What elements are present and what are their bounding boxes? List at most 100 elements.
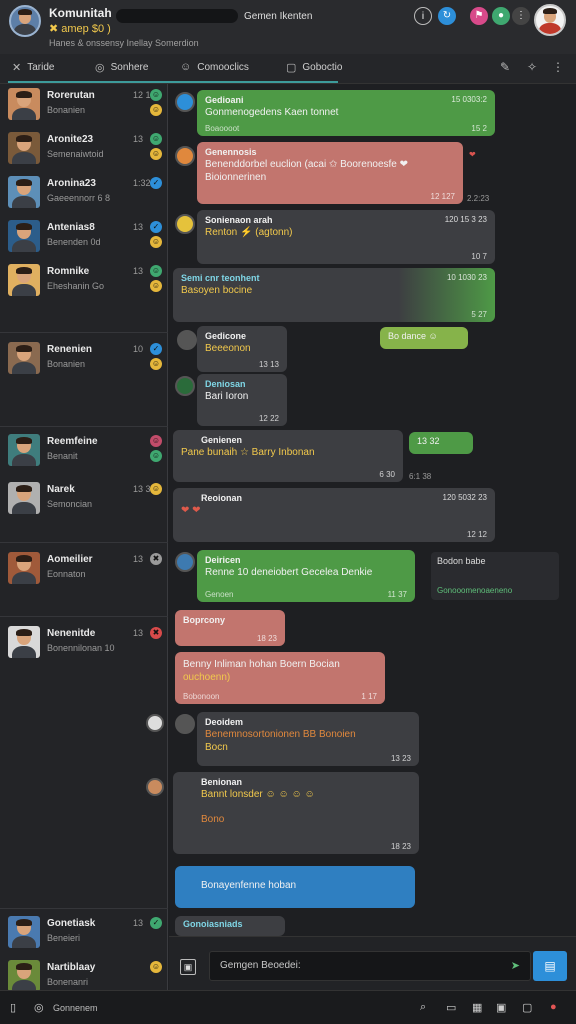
contact-item[interactable]: Narek Semoncian 13 30 ☺ (0, 480, 168, 524)
contact-avatar (8, 916, 40, 948)
sender-avatar[interactable] (175, 552, 195, 572)
message-bubble[interactable]: Reoionan ❤ ❤ 120 5032 23 12 12 (173, 488, 495, 542)
contact-name: Antenias8 (47, 222, 95, 233)
status-badge: ✓ (150, 343, 162, 355)
contact-preview: Semoncian (47, 499, 93, 509)
more-icon[interactable]: ⋮ (512, 7, 530, 25)
sidebar-divider (0, 332, 168, 333)
contact-avatar (8, 342, 40, 374)
status-bar: ▯ ◎ Gonnenem ⌕ ▭ ▦ ▣ ▢ ● (0, 990, 576, 1024)
tab-comooclics[interactable]: ☺ Comooclics (180, 61, 249, 73)
contact-item[interactable]: Antenias8 Benenden 0d 13 ✓ ☺ (0, 218, 168, 262)
reaction-badge[interactable]: 13 32 (409, 432, 473, 454)
community-avatar[interactable] (9, 5, 41, 37)
message-bubble[interactable]: Benny Inliman hohan Boern Bocian ouchoen… (175, 652, 385, 704)
contact-item[interactable]: Aronina23 Gaeeennorr 6 8 1:32 ✓ (0, 174, 168, 218)
sidebar-divider (0, 616, 168, 617)
sender-avatar[interactable] (175, 376, 195, 396)
status-badge: ☺ (150, 358, 162, 370)
message-bubble[interactable]: Deniosan Bari Ioron 12 22 (197, 374, 287, 426)
sender-avatar[interactable] (175, 214, 195, 234)
contact-item[interactable]: Romnike Eheshanin Go 13 ☺ ☺ (0, 262, 168, 306)
message-bubble[interactable]: Genienen Pane bunaih ☆ Barry Inbonan 6 3… (173, 430, 403, 482)
sender-name: Deiricen (205, 555, 241, 565)
message-bubble[interactable]: Gedioani Gonmenogedens Kaen tonnet Boaoo… (197, 90, 495, 136)
contact-avatar (8, 482, 40, 514)
emoji-icon[interactable]: ➤ (511, 959, 520, 972)
status-badge: ☺ (150, 148, 162, 160)
contact-time: 1:32 (133, 178, 151, 188)
side-card[interactable]: Bodon babe Gonooomenoaeneno (431, 552, 559, 600)
info-icon[interactable]: i (414, 7, 432, 25)
message-bubble[interactable]: Boprcony 18 23 (175, 610, 285, 646)
tab-sonhere[interactable]: ◎ Sonhere (95, 61, 148, 74)
user-avatar[interactable] (534, 4, 566, 36)
contact-item[interactable]: Aronite23 Semenaiwtoid 13 ☺ ☺ (0, 130, 168, 174)
sync-icon[interactable]: ↻ (438, 7, 456, 25)
grid-icon[interactable]: ▣ (496, 1001, 506, 1014)
app-header: Komunitah ✖ amep $0 ) Hanes & onssensy I… (0, 0, 576, 54)
contact-time: 13 (133, 266, 144, 276)
contact-name: Aronina23 (47, 178, 96, 189)
message-timestamp: 10 7 (471, 252, 487, 261)
sender-name: Deoidem (205, 717, 244, 727)
message-bubble[interactable]: Bonayenfenne hoban (175, 866, 415, 908)
community-subtitle: ✖ amep $0 ) (49, 23, 111, 35)
tab-taride[interactable]: ✕ Taride (12, 61, 54, 74)
sender-avatar[interactable] (175, 92, 195, 112)
channel-name: Gemen Ikenten (244, 11, 313, 22)
contact-item[interactable]: Reemfeine Benanit ☺ ☺ (0, 432, 168, 476)
message-composer: ▣ Gemgen Beoedei: ➤ ▤ (169, 936, 576, 990)
sender-name: Deniosan (205, 379, 246, 389)
notification-icon[interactable]: ⚑ (470, 7, 488, 25)
reaction-badge[interactable]: Bo dance ☺ (380, 327, 468, 349)
contact-name: Aomeilier (47, 554, 93, 565)
pin-icon[interactable]: ✧ (527, 60, 537, 74)
tab-goboctio[interactable]: ▢ Goboctio (286, 61, 342, 74)
contact-item[interactable]: Aomeilier Eonnaton 13 ✖ (0, 550, 168, 594)
edit-icon[interactable]: ✎ (500, 60, 510, 74)
search-icon[interactable]: ⌕ (420, 1001, 426, 1014)
status-badge: ☺ (150, 435, 162, 447)
status-badge: ☺ (150, 104, 162, 116)
contact-avatar (8, 264, 40, 296)
settings-icon[interactable]: ◎ (34, 1001, 44, 1014)
sender-avatar[interactable] (175, 146, 195, 166)
contact-item[interactable]: Gonetiask Beneieri 13 ✓ (0, 914, 168, 958)
side-timestamp: 6:1 38 (409, 472, 432, 481)
participant-avatar[interactable] (146, 778, 164, 796)
message-bubble[interactable]: Gedicone Beeeonon 13 13 (197, 326, 287, 372)
message-text: Renton ⚡ (agtonn) (205, 227, 293, 238)
contact-item[interactable]: Rorerutan Bonanien 12 16 ☺ ☺ (0, 86, 168, 130)
contact-name: Gonetiask (47, 918, 96, 929)
heart-icon: ❤ (469, 150, 476, 159)
calendar-icon[interactable]: ▦ (472, 1001, 482, 1014)
status-icon[interactable]: ● (492, 7, 510, 25)
message-bubble[interactable]: Semi cnr teonhent Basoyen bocine 10 1030… (173, 268, 495, 322)
sender-name: Boprcony (183, 615, 226, 625)
attach-icon[interactable]: ▣ (180, 959, 196, 975)
contact-item[interactable]: Renenien Bonanien 10 ✓ ☺ (0, 340, 168, 384)
participant-avatar[interactable] (146, 714, 164, 732)
sender-avatar[interactable] (177, 330, 197, 350)
contact-time: 10 (133, 344, 144, 354)
message-bubble[interactable]: Gonoiasniads (175, 916, 285, 936)
alert-icon[interactable]: ● (550, 1001, 557, 1013)
message-bubble[interactable]: Benionan Bannt lonsder ☺ ☺ ☺ ☺ Bono 18 2… (173, 772, 419, 854)
lock-icon[interactable]: ▯ (10, 1001, 16, 1014)
message-bubble[interactable]: Genennosis Benenddorbel euclion (acai ✩ … (197, 142, 463, 204)
message-bubble[interactable]: Deoidem Benemnosortonionen BB Bonoien Bo… (197, 712, 419, 766)
search-bar[interactable] (116, 9, 238, 23)
more-options-icon[interactable]: ⋮ (552, 60, 564, 74)
message-bubble[interactable]: Deiricen Renne 10 deneiobert Gecelea Den… (197, 550, 415, 602)
folder-icon[interactable]: ▢ (522, 1001, 532, 1014)
message-bubble[interactable]: Sonienaon arah Renton ⚡ (agtonn) 120 15 … (197, 210, 495, 264)
status-badge: ✓ (150, 221, 162, 233)
send-button[interactable]: ▤ (533, 951, 567, 981)
message-list[interactable]: Gedioani Gonmenogedens Kaen tonnet Boaoo… (169, 84, 576, 936)
message-text: Gonmenogedens Kaen tonnet (205, 107, 339, 118)
sender-avatar[interactable] (175, 714, 195, 734)
contact-item[interactable]: Nenenitde Bonennilonan 10 13 ✖ (0, 624, 168, 668)
message-input[interactable]: Gemgen Beoedei: ➤ (209, 951, 531, 981)
chat-icon[interactable]: ▭ (446, 1001, 456, 1014)
